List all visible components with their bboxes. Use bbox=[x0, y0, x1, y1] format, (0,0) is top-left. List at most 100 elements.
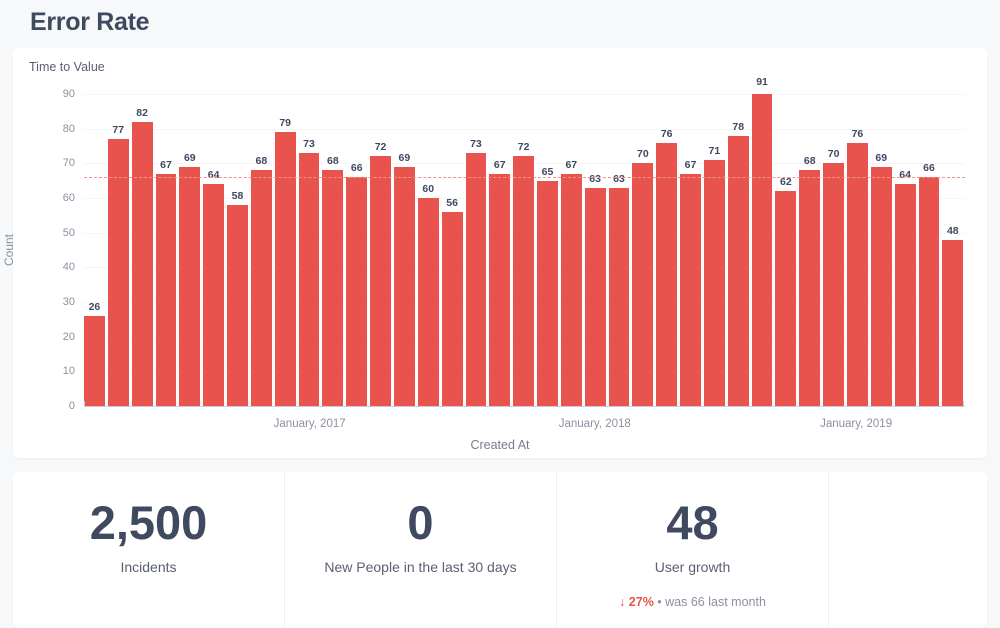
bar[interactable] bbox=[513, 156, 535, 406]
bar-value-label: 69 bbox=[183, 151, 196, 164]
x-axis-tick: January, 2017 bbox=[273, 418, 346, 430]
bar[interactable] bbox=[370, 156, 391, 406]
bar-column[interactable]: 60 bbox=[417, 94, 439, 406]
bar-column[interactable]: 65 bbox=[537, 94, 558, 406]
bar-column[interactable]: 71 bbox=[703, 94, 725, 406]
bar-column[interactable]: 77 bbox=[107, 94, 129, 406]
bar-value-label: 56 bbox=[446, 196, 458, 209]
bar-column[interactable]: 64 bbox=[894, 94, 916, 406]
bar-column[interactable]: 68 bbox=[250, 94, 272, 406]
bar-column[interactable]: 62 bbox=[775, 94, 797, 406]
bar[interactable] bbox=[727, 135, 749, 406]
bar-column[interactable]: 66 bbox=[346, 94, 368, 406]
bar-value-label: 70 bbox=[636, 148, 649, 161]
bar-column[interactable]: 91 bbox=[751, 76, 773, 406]
bar[interactable] bbox=[918, 177, 940, 406]
bar-column[interactable]: 78 bbox=[727, 94, 749, 406]
bar[interactable] bbox=[441, 211, 463, 406]
bar-value-label: 73 bbox=[470, 137, 482, 150]
bar-value-label: 58 bbox=[231, 189, 244, 202]
bar[interactable] bbox=[823, 163, 844, 406]
bar-column[interactable]: 69 bbox=[179, 94, 201, 406]
bar[interactable] bbox=[107, 139, 129, 406]
bar-chart[interactable]: Count 0 10 20 30 40 50 60 70 80 90 26 77 82 67 69 64 58… bbox=[2, 48, 987, 458]
bar-column[interactable]: 82 bbox=[131, 94, 153, 406]
bar-value-label: 60 bbox=[422, 183, 435, 195]
bar[interactable] bbox=[155, 173, 177, 406]
bar[interactable] bbox=[417, 198, 439, 406]
bar-column[interactable]: 56 bbox=[441, 94, 463, 406]
bar-column[interactable]: 73 bbox=[298, 94, 320, 406]
bar-column[interactable]: 67 bbox=[489, 94, 511, 406]
bar[interactable] bbox=[656, 142, 678, 406]
bar[interactable] bbox=[751, 94, 773, 406]
bar-column[interactable]: 72 bbox=[370, 94, 391, 406]
bar-value-label: 66 bbox=[350, 162, 363, 175]
bar-column[interactable]: 69 bbox=[393, 94, 415, 406]
bar-value-label: 68 bbox=[803, 155, 816, 168]
bar-column[interactable]: 26 bbox=[84, 94, 105, 406]
bar[interactable] bbox=[942, 239, 964, 406]
stat-row-spacer bbox=[829, 472, 987, 628]
bar-column[interactable]: 68 bbox=[322, 94, 344, 406]
axis-cap bbox=[84, 401, 85, 407]
y-axis-tick: 80 bbox=[62, 122, 75, 135]
bar[interactable] bbox=[560, 173, 582, 406]
bar-column[interactable]: 67 bbox=[155, 94, 177, 406]
bar-column[interactable]: 76 bbox=[847, 94, 868, 406]
bar[interactable] bbox=[131, 121, 153, 406]
bar-column[interactable]: 69 bbox=[870, 94, 892, 406]
bar-value-label: 79 bbox=[279, 117, 292, 130]
bar[interactable] bbox=[703, 159, 725, 406]
bar-column[interactable]: 72 bbox=[513, 94, 535, 406]
bar[interactable] bbox=[274, 132, 296, 406]
x-axis-line bbox=[84, 406, 965, 407]
bar[interactable] bbox=[84, 315, 105, 406]
bar[interactable] bbox=[584, 187, 606, 406]
bar-column[interactable]: 68 bbox=[799, 94, 821, 406]
bar[interactable] bbox=[393, 166, 415, 406]
bar-column[interactable]: 63 bbox=[584, 94, 606, 406]
bar[interactable] bbox=[489, 173, 511, 406]
bar[interactable] bbox=[298, 152, 320, 406]
bar[interactable] bbox=[775, 191, 797, 406]
bar[interactable] bbox=[346, 177, 368, 406]
bar-column[interactable]: 66 bbox=[918, 94, 940, 406]
y-axis-tick: 90 bbox=[62, 88, 75, 100]
bar-column[interactable]: 67 bbox=[680, 94, 701, 406]
bar-column[interactable]: 73 bbox=[465, 94, 487, 406]
bar-column[interactable]: 67 bbox=[560, 94, 582, 406]
x-axis-tick: January, 2018 bbox=[558, 418, 631, 430]
bar-value-label: 68 bbox=[255, 155, 268, 168]
bar[interactable] bbox=[894, 184, 916, 406]
bar-column[interactable]: 79 bbox=[274, 94, 296, 406]
bar[interactable] bbox=[870, 166, 892, 406]
bar-column[interactable]: 70 bbox=[632, 94, 654, 406]
bar[interactable] bbox=[537, 180, 558, 406]
bar[interactable] bbox=[322, 170, 344, 406]
bar[interactable] bbox=[799, 170, 821, 406]
bar-column[interactable]: 76 bbox=[656, 94, 678, 406]
bar[interactable] bbox=[179, 166, 201, 406]
bar-column[interactable]: 64 bbox=[203, 94, 225, 406]
bar[interactable] bbox=[227, 204, 248, 406]
bar[interactable] bbox=[847, 142, 868, 406]
bar[interactable] bbox=[608, 187, 630, 406]
stat-card[interactable]: 48 User growth ↓ 27% • was 66 last month bbox=[557, 472, 829, 628]
bar-value-label: 71 bbox=[708, 144, 721, 157]
bar-column[interactable]: 58 bbox=[227, 94, 248, 406]
delta-percent: 27% bbox=[625, 595, 654, 610]
stat-card[interactable]: 0 New People in the last 30 days bbox=[285, 472, 557, 628]
stat-label: User growth bbox=[654, 559, 731, 576]
bar-column[interactable]: 70 bbox=[823, 94, 844, 406]
bar-column[interactable]: 63 bbox=[608, 94, 630, 406]
bar[interactable] bbox=[632, 163, 654, 406]
bar[interactable] bbox=[203, 184, 225, 406]
stat-card[interactable]: 2,500 Incidents bbox=[13, 472, 285, 628]
y-axis-tick: 10 bbox=[62, 365, 75, 378]
bar[interactable] bbox=[250, 170, 272, 406]
bar[interactable] bbox=[680, 173, 701, 406]
y-axis-tick: 70 bbox=[62, 157, 75, 170]
bar-column[interactable]: 48 bbox=[942, 94, 964, 406]
bar[interactable] bbox=[465, 152, 487, 406]
